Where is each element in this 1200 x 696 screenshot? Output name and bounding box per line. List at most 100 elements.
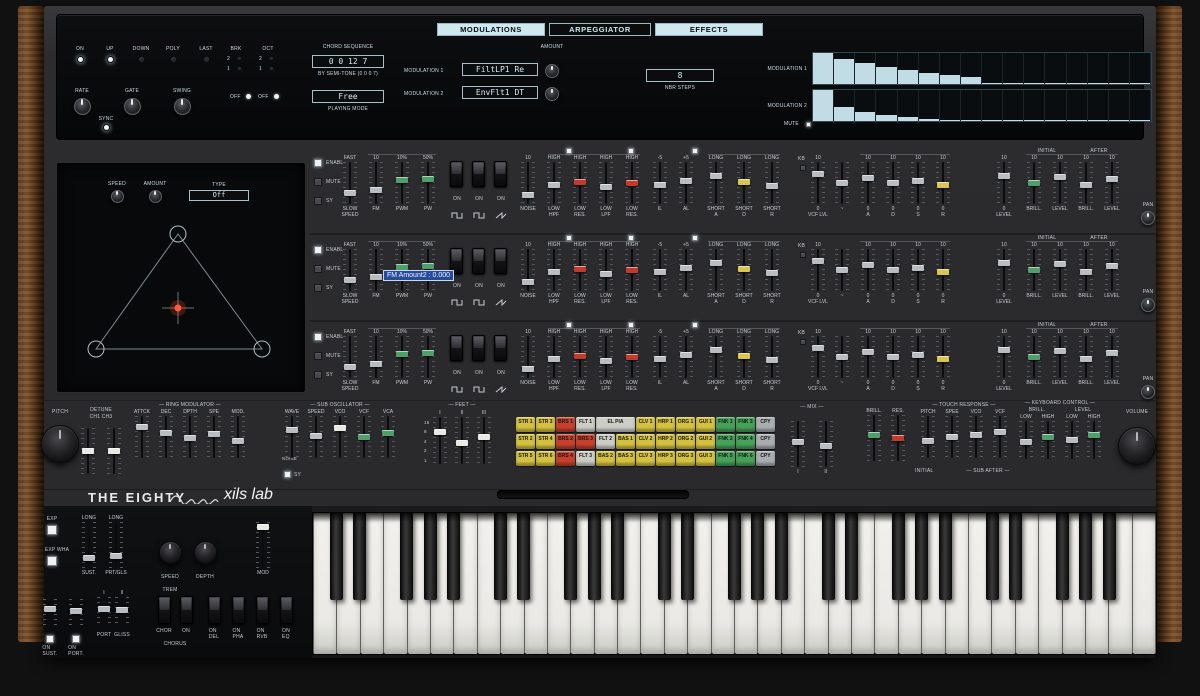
slider-cap[interactable] (257, 524, 269, 530)
channel-3-slider-al[interactable]: +5AL (675, 329, 697, 386)
black-key[interactable] (1056, 513, 1069, 600)
slider-cap[interactable] (82, 448, 94, 454)
slider-cap[interactable] (812, 258, 824, 264)
slider-cap[interactable] (1054, 174, 1066, 180)
channel-2-filter-button-1[interactable] (566, 235, 572, 241)
channel-2-slider-s[interactable]: 100 S (907, 242, 929, 305)
slider-cap[interactable] (1042, 434, 1054, 440)
step-cell[interactable] (813, 53, 834, 84)
channel-2-slider-r[interactable]: 100 R (932, 242, 954, 305)
channel-2-slider-a[interactable]: LONGSHORT A (705, 242, 727, 305)
slider-cap[interactable] (1080, 269, 1092, 275)
channel-2-pan-knob[interactable] (1141, 298, 1155, 312)
channel-2-enabl-button[interactable] (314, 246, 322, 254)
slider-cap[interactable] (887, 180, 899, 186)
lfo-depth-knob[interactable] (194, 541, 217, 564)
preset-gui-2[interactable]: GUI 2 (696, 434, 715, 449)
tab-modulations[interactable]: MODULATIONS (437, 23, 545, 36)
bl-prt-gls-slider[interactable]: LONGPRT/GLS (105, 515, 127, 576)
preset-clv-3[interactable]: CLV 3 (636, 451, 655, 466)
channel-1-slider-a[interactable]: 100 A (857, 155, 879, 218)
slider-cap[interactable] (370, 274, 382, 280)
channel-1-slider-fm[interactable]: 10FM (365, 155, 387, 212)
preset-brs-4[interactable]: BRS 4 (556, 451, 575, 466)
fx-on-eq-switch[interactable] (280, 596, 293, 624)
black-key[interactable] (658, 513, 671, 600)
channel-1-slider-r[interactable]: 100 R (932, 155, 954, 218)
channel-1-slider-r[interactable]: LONGSHORT R (761, 155, 783, 218)
channel-1-slider-level[interactable]: 10LEVEL (1101, 155, 1123, 212)
channel-3-slider-pw[interactable]: 50%PW (417, 329, 439, 386)
modulation2-display[interactable]: EnvFlt1 DT (462, 86, 538, 99)
rate-knob[interactable] (74, 98, 91, 115)
slider-cap[interactable] (422, 176, 434, 182)
channel-3-filter-button-3[interactable] (692, 322, 698, 328)
preset-fnk-6[interactable]: FNK 6 (736, 451, 755, 466)
step-cell[interactable] (1130, 53, 1151, 84)
slider-cap[interactable] (370, 361, 382, 367)
channel-2-slider-res[interactable]: HIGHLOW RES. (569, 242, 591, 305)
slider-cap[interactable] (136, 424, 148, 430)
channel-1-slider-a[interactable]: LONGSHORT A (705, 155, 727, 218)
slider-cap[interactable] (522, 366, 534, 372)
preset-cpy-btn[interactable]: CPY (756, 417, 775, 432)
ring-mod-spe-slider[interactable]: SPE (203, 409, 225, 458)
slider-cap[interactable] (937, 356, 949, 362)
sub-osc-vcf-slider[interactable]: VCF (353, 409, 375, 458)
step-cell[interactable] (1003, 90, 1024, 121)
channel-2-slider-noise[interactable]: 10NOISE (517, 242, 539, 299)
slider-cap[interactable] (600, 184, 612, 190)
preset-hrp-1[interactable]: HRP 1 (656, 417, 675, 432)
slider-cap[interactable] (912, 265, 924, 271)
channel-1-slider-il[interactable]: -5IL (649, 155, 671, 212)
slider-cap[interactable] (766, 183, 778, 189)
slider-cap[interactable] (1088, 432, 1100, 438)
slider-cap[interactable] (344, 190, 356, 196)
slider-cap[interactable] (738, 353, 750, 359)
step-cell[interactable] (982, 90, 1003, 121)
slider-cap[interactable] (812, 345, 824, 351)
modulation1-display[interactable]: FiltLP1 Re (462, 63, 538, 76)
slider-cap[interactable] (1028, 267, 1040, 273)
on-port-button[interactable] (72, 635, 80, 643)
gate-knob[interactable] (124, 98, 141, 115)
channel-3-slider-lpf[interactable]: HIGHLOW LPF (595, 329, 617, 392)
channel-1-enabl-button[interactable] (314, 159, 322, 167)
black-key[interactable] (330, 513, 343, 600)
slider-cap[interactable] (626, 354, 638, 360)
preset-fnk-3[interactable]: FNK 3 (736, 417, 755, 432)
step-cell[interactable] (961, 90, 982, 121)
arp-on-led[interactable] (77, 56, 84, 63)
step-cell[interactable] (919, 90, 940, 121)
slider-cap[interactable] (208, 431, 220, 437)
slider-cap[interactable] (110, 553, 122, 559)
ring-mod-dpth-slider[interactable]: DPTH (179, 409, 201, 458)
black-key[interactable] (494, 513, 507, 600)
step-cell[interactable] (1024, 53, 1045, 84)
preset-gui-3[interactable]: GUI 3 (696, 451, 715, 466)
step-cell[interactable] (898, 53, 919, 84)
slider-cap[interactable] (232, 438, 244, 444)
preset-clv-1[interactable]: CLV 1 (636, 417, 655, 432)
feet-ii-slider[interactable]: II (451, 410, 473, 464)
slider-cap[interactable] (358, 434, 370, 440)
channel-3-slider-s[interactable]: 100 S (907, 329, 929, 392)
slider-cap[interactable] (836, 354, 848, 360)
slider-cap[interactable] (654, 269, 666, 275)
slider-cap[interactable] (574, 266, 586, 272)
channel-1-slider-noise[interactable]: 10NOISE (517, 155, 539, 212)
fx-on-pha-switch[interactable] (232, 596, 245, 624)
slider-cap[interactable] (998, 347, 1010, 353)
black-key[interactable] (1009, 513, 1022, 600)
preset-flt-3[interactable]: FLT 3 (576, 451, 595, 466)
slider-cap[interactable] (1106, 176, 1118, 182)
black-key[interactable] (939, 513, 952, 600)
step-cell[interactable] (813, 90, 834, 121)
mix-ii-slider[interactable] (815, 414, 837, 467)
touch-vco-slider[interactable]: VCO (965, 409, 987, 458)
channel-1-filter-button-2[interactable] (628, 148, 634, 154)
kbdctl-level-low-slider[interactable]: LOW (1061, 414, 1083, 459)
channel-3-slider-hpf[interactable]: HIGHLOW HPF (543, 329, 565, 392)
slider-cap[interactable] (574, 353, 586, 359)
slider-cap[interactable] (998, 173, 1010, 179)
